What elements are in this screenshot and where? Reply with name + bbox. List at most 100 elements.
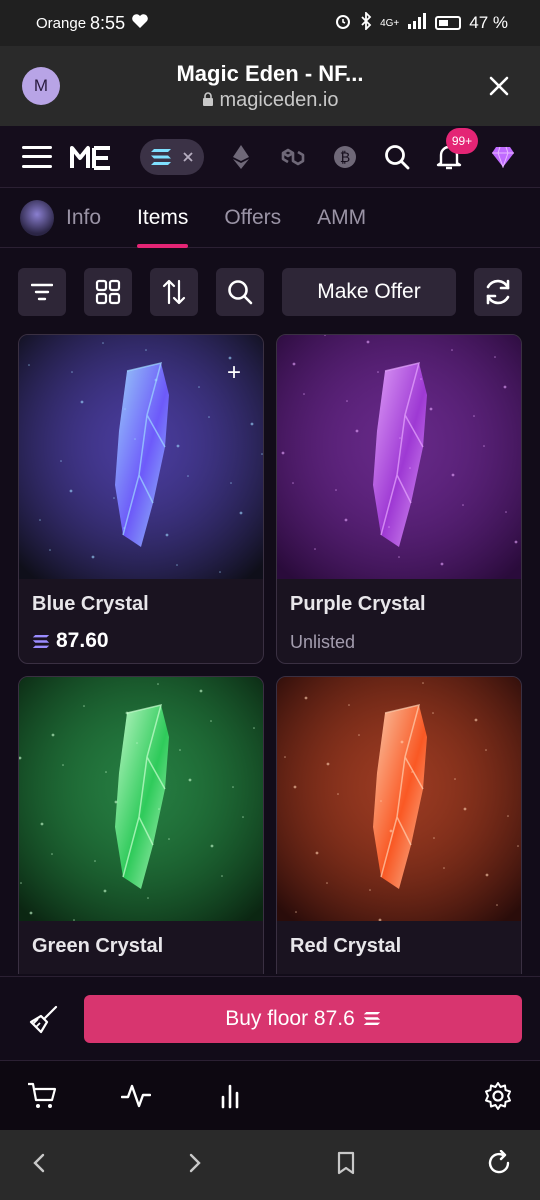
- star-speck: [253, 727, 255, 729]
- star-speck: [463, 807, 467, 811]
- star-speck: [103, 889, 107, 893]
- star-speck: [315, 851, 319, 855]
- star-speck: [124, 408, 126, 410]
- reload-button[interactable]: [486, 1149, 512, 1181]
- star-speck: [293, 785, 297, 789]
- stats-button[interactable]: [212, 1078, 248, 1114]
- add-to-cart-icon[interactable]: +: [227, 359, 241, 387]
- star-speck: [503, 385, 507, 389]
- star-speck: [377, 371, 379, 373]
- star-speck: [39, 519, 41, 521]
- item-card[interactable]: Green Crystal: [18, 676, 264, 974]
- close-button[interactable]: [480, 67, 518, 105]
- star-speck: [432, 712, 434, 714]
- avatar[interactable]: M: [22, 67, 60, 105]
- star-speck: [474, 718, 478, 722]
- star-speck: [398, 556, 400, 558]
- filter-button[interactable]: [18, 268, 66, 316]
- bottom-nav: [0, 1060, 540, 1130]
- grid-view-button[interactable]: [84, 268, 132, 316]
- star-speck: [380, 800, 382, 802]
- gear-icon: [485, 1081, 511, 1110]
- battery-level: 47 %: [469, 13, 508, 32]
- star-speck: [51, 733, 55, 737]
- star-speck: [292, 362, 296, 366]
- bookmark-button[interactable]: [336, 1151, 356, 1180]
- network-type: 4G+: [380, 17, 400, 29]
- star-speck: [232, 786, 234, 788]
- buy-floor-button[interactable]: Buy floor 87.6: [84, 994, 522, 1043]
- menu-button[interactable]: [22, 145, 52, 168]
- star-speck: [369, 889, 371, 891]
- star-speck: [451, 473, 455, 477]
- tab-info[interactable]: Info: [66, 188, 101, 248]
- star-speck: [473, 415, 475, 417]
- notification-badge: 99+: [446, 127, 478, 154]
- star-speck: [494, 356, 496, 358]
- star-speck: [411, 771, 413, 773]
- star-speck: [125, 711, 129, 715]
- star-speck: [250, 422, 254, 426]
- activity-button[interactable]: [118, 1078, 154, 1114]
- star-speck: [136, 742, 138, 744]
- magic-eden-logo[interactable]: [70, 144, 114, 170]
- item-card[interactable]: Red Crystal: [276, 676, 522, 974]
- signal-icon: [407, 12, 427, 34]
- collection-thumbnail[interactable]: [20, 199, 54, 236]
- polygon-icon[interactable]: [278, 142, 308, 172]
- search-items-button[interactable]: [216, 268, 264, 316]
- sweep-button[interactable]: [26, 1001, 62, 1037]
- make-offer-button[interactable]: Make Offer: [282, 268, 456, 316]
- star-speck: [304, 696, 308, 700]
- close-icon[interactable]: [182, 151, 194, 163]
- item-card[interactable]: Purple Crystal Unlisted: [276, 334, 522, 664]
- star-speck: [303, 393, 305, 395]
- sort-button[interactable]: [150, 268, 198, 316]
- star-speck: [29, 911, 33, 915]
- grid-icon: [95, 279, 121, 305]
- star-speck: [221, 875, 223, 877]
- star-speck: [337, 793, 339, 795]
- item-card[interactable]: + Blue Crystal 87.60: [18, 334, 264, 664]
- star-speck: [517, 845, 519, 847]
- cart-button[interactable]: [24, 1078, 60, 1114]
- star-speck: [158, 808, 160, 810]
- browser-nav-bar: [0, 1130, 540, 1200]
- star-speck: [281, 451, 285, 455]
- back-button[interactable]: [28, 1151, 52, 1180]
- solana-chain-chip[interactable]: [140, 138, 204, 175]
- star-speck: [20, 882, 22, 884]
- settings-button[interactable]: [480, 1078, 516, 1114]
- tab-offers[interactable]: Offers: [224, 188, 281, 248]
- item-name: Red Crystal: [290, 935, 402, 957]
- diamond-button[interactable]: [488, 142, 518, 172]
- tab-amm[interactable]: AMM: [317, 188, 366, 248]
- search-icon: [228, 280, 253, 305]
- star-speck: [239, 511, 243, 515]
- notifications-button[interactable]: 99+: [434, 127, 478, 172]
- bitcoin-icon[interactable]: ₿: [330, 142, 360, 172]
- star-speck: [440, 562, 444, 566]
- alarm-icon: [334, 12, 352, 35]
- carrier-label: Orange: [36, 14, 87, 32]
- star-speck: [40, 822, 44, 826]
- item-price: 87.60: [32, 629, 109, 653]
- star-speck: [485, 749, 487, 751]
- refresh-button[interactable]: [474, 268, 522, 316]
- search-button[interactable]: [382, 142, 412, 172]
- star-speck: [105, 771, 107, 773]
- page-url[interactable]: magiceden.io: [220, 89, 339, 112]
- search-icon: [385, 144, 410, 169]
- chevron-right-icon: [189, 1153, 201, 1172]
- star-speck: [199, 689, 203, 693]
- tab-items[interactable]: Items: [137, 188, 189, 248]
- star-speck: [358, 734, 360, 736]
- items-toolbar: Make Offer: [18, 268, 522, 316]
- star-speck: [261, 453, 263, 455]
- lock-icon: [202, 89, 214, 112]
- solana-icon: [151, 148, 171, 165]
- ethereum-icon[interactable]: [226, 142, 256, 172]
- star-speck: [179, 749, 181, 751]
- cart-icon: [28, 1082, 57, 1108]
- forward-button[interactable]: [182, 1151, 206, 1180]
